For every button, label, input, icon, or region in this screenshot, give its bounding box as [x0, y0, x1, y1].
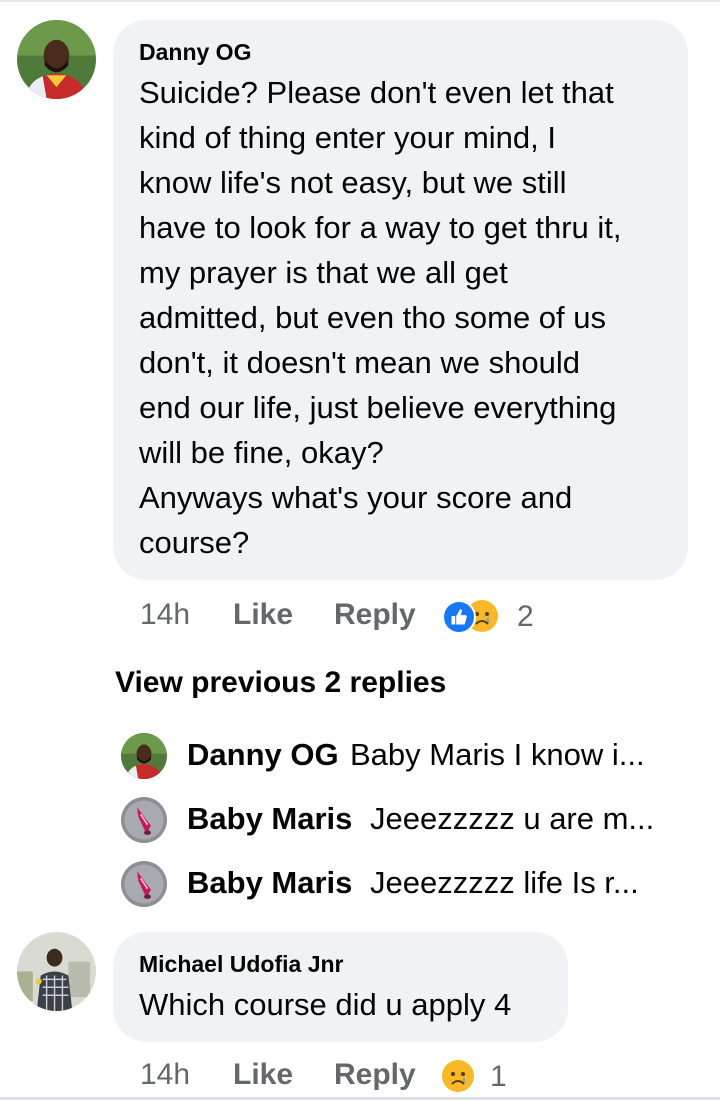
like-button[interactable]: Like: [233, 1058, 293, 1092]
like-reaction-icon: [442, 600, 476, 634]
avatar-danny-og[interactable]: [17, 20, 96, 99]
top-divider: [0, 0, 720, 2]
comment-bubble-2[interactable]: Michael Udofia Jnr Which course did u ap…: [113, 932, 568, 1042]
person-avatar-icon: [121, 797, 167, 843]
person-avatar-icon: [121, 861, 167, 907]
reply-author[interactable]: Baby Maris: [187, 865, 352, 901]
comment-bubble-1[interactable]: Danny OG Suicide? Please don't even let …: [113, 20, 688, 580]
comment-author[interactable]: Michael Udofia Jnr: [139, 950, 542, 978]
reply-row[interactable]: Baby Maris Jeeezzzzz u are m...: [121, 797, 701, 843]
reply-button[interactable]: Reply: [334, 598, 416, 632]
avatar-baby-maris: [121, 861, 167, 907]
reply-row[interactable]: Danny OG Baby Maris I know i...: [121, 733, 701, 779]
comment-text: Which course did u apply 4: [139, 987, 512, 1022]
reaction-count: 2: [517, 600, 534, 633]
comment-meta-2: 14h Like Reply 1: [140, 1058, 700, 1098]
comment-timestamp: 14h: [140, 598, 191, 631]
reaction-count: 1: [490, 1060, 507, 1093]
reply-button[interactable]: Reply: [334, 1058, 416, 1092]
reply-author[interactable]: Baby Maris: [187, 801, 352, 837]
comment-meta-1: 14h Like Reply 2: [140, 598, 700, 638]
reply-preview: Baby Maris I know i...: [350, 737, 645, 772]
comment-timestamp: 14h: [140, 1058, 191, 1091]
avatar-baby-maris: [121, 797, 167, 843]
comment-author[interactable]: Danny OG: [139, 38, 662, 66]
view-previous-replies-link[interactable]: View previous 2 replies: [115, 666, 446, 700]
reply-row[interactable]: Baby Maris Jeeezzzzz life Is r...: [121, 861, 701, 907]
comment-text: Suicide? Please don't even let that kind…: [139, 75, 622, 560]
person-avatar-icon: [17, 932, 96, 1011]
person-avatar-icon: [17, 20, 96, 99]
reply-preview: Jeeezzzzz life Is r...: [370, 865, 639, 900]
person-avatar-icon: [121, 733, 167, 779]
reaction-summary[interactable]: 1: [440, 1060, 520, 1094]
like-button[interactable]: Like: [233, 598, 293, 632]
avatar-michael-udofia[interactable]: [17, 932, 96, 1011]
reaction-summary[interactable]: 2: [440, 600, 550, 634]
reply-author[interactable]: Danny OG: [187, 737, 339, 773]
avatar-danny-og: [121, 733, 167, 779]
reply-preview: Jeeezzzzz u are m...: [370, 801, 655, 836]
sad-reaction-icon: [442, 1060, 474, 1092]
